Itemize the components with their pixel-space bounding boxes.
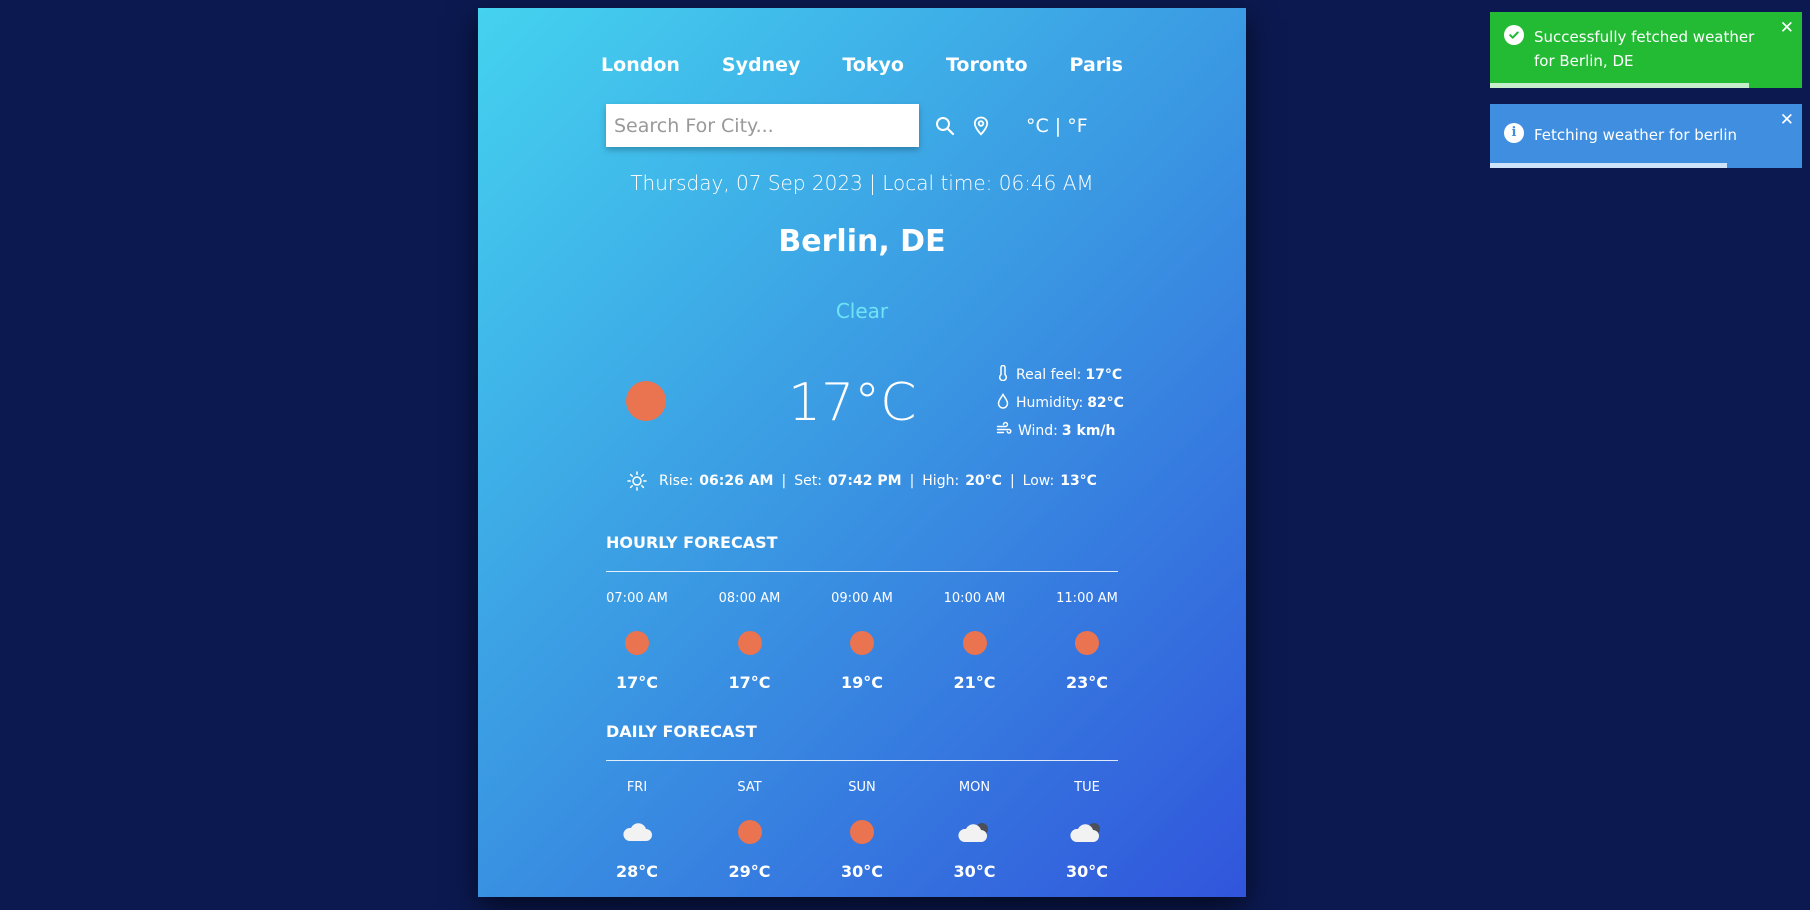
city-link-toronto[interactable]: Toronto xyxy=(946,54,1028,76)
weather-details: Real feel: 17°C Humidity: 82°C Wind: 3 k… xyxy=(996,361,1124,445)
separator: | xyxy=(909,473,915,489)
city-link-london[interactable]: London xyxy=(601,54,680,76)
separator: | xyxy=(781,473,787,489)
city-links: London Sydney Tokyo Toronto Paris xyxy=(478,54,1246,76)
hourly-time: 11:00 AM xyxy=(1056,591,1118,606)
hourly-time: 08:00 AM xyxy=(718,591,781,606)
hourly-temp: 17°C xyxy=(615,673,658,692)
hourly-time: 09:00 AM xyxy=(831,591,893,606)
search-row: °C | °F xyxy=(606,104,1088,147)
sun-times-row: Rise: 06:26 AM | Set: 07:42 PM | High: 2… xyxy=(478,471,1246,491)
hourly-item: 11:00 AM 23°C xyxy=(1056,591,1118,692)
daily-item: FRI 28°C xyxy=(606,780,668,881)
daily-item: MON 30°C xyxy=(944,780,1006,881)
humidity-row: Humidity: 82°C xyxy=(996,389,1124,417)
hourly-time: 10:00 AM xyxy=(943,591,1006,606)
hourly-item: 08:00 AM 17°C xyxy=(719,591,781,692)
daily-day: FRI xyxy=(626,780,648,795)
search-icon[interactable] xyxy=(935,116,955,136)
wind-value: 3 km/h xyxy=(1061,423,1116,439)
hourly-temp: 21°C xyxy=(953,673,996,692)
check-circle-icon xyxy=(1504,25,1524,45)
info-icon: i xyxy=(1504,123,1524,143)
weather-card: London Sydney Tokyo Toronto Paris °C | °… xyxy=(478,8,1246,897)
hourly-temp: 23°C xyxy=(1065,673,1108,692)
sun-icon xyxy=(962,623,987,663)
sunset-label: Set: xyxy=(794,473,822,489)
droplet-icon xyxy=(996,392,1016,413)
high-label: High: xyxy=(922,473,960,489)
daily-temp: 30°C xyxy=(953,862,996,881)
sun-icon xyxy=(737,623,762,663)
unit-toggle[interactable]: °C | °F xyxy=(1026,115,1088,137)
sunrise-label: Rise: xyxy=(659,473,694,489)
location-title: Berlin, DE xyxy=(778,224,946,259)
real-feel-row: Real feel: 17°C xyxy=(996,361,1124,389)
daily-divider xyxy=(606,760,1118,761)
sunrise-value: 06:26 AM xyxy=(699,473,774,489)
weather-condition: Clear xyxy=(835,299,889,323)
real-feel-value: 17°C xyxy=(1085,367,1123,383)
sun-icon xyxy=(737,812,762,852)
hourly-item: 09:00 AM 19°C xyxy=(831,591,893,692)
separator: | xyxy=(1009,473,1015,489)
hourly-item: 07:00 AM 17°C xyxy=(606,591,668,692)
daily-temp: 30°C xyxy=(840,862,883,881)
humidity-value: 82°C xyxy=(1087,395,1124,411)
date-time: Thursday, 07 Sep 2023 | Local time: 06:4… xyxy=(630,171,1094,195)
toast-success: Successfully fetched weather for Berlin,… xyxy=(1490,12,1802,88)
low-value: 13°C xyxy=(1060,473,1097,489)
high-value: 20°C xyxy=(965,473,1002,489)
city-link-sydney[interactable]: Sydney xyxy=(722,54,800,76)
hourly-temp: 19°C xyxy=(840,673,883,692)
daily-day: SAT xyxy=(737,780,762,795)
toast-progress-bar xyxy=(1490,163,1728,168)
cloud-icon xyxy=(621,812,653,852)
sun-icon xyxy=(625,623,649,663)
daily-temp: 28°C xyxy=(615,862,658,881)
daily-temp: 30°C xyxy=(1065,862,1108,881)
sunset-value: 07:42 PM xyxy=(827,473,902,489)
wind-label: Wind: xyxy=(1018,423,1058,439)
hourly-time: 07:00 AM xyxy=(606,591,668,606)
low-label: Low: xyxy=(1022,473,1055,489)
toast-message: Successfully fetched weather for Berlin,… xyxy=(1534,28,1755,70)
cloud-night-icon xyxy=(957,812,992,852)
toast-progress-bar xyxy=(1490,83,1749,88)
wind-row: Wind: 3 km/h xyxy=(996,417,1124,445)
humidity-label: Humidity: xyxy=(1016,395,1084,411)
hourly-forecast-title: HOURLY FORECAST xyxy=(606,533,778,552)
close-icon[interactable]: ✕ xyxy=(1780,16,1794,40)
close-icon[interactable]: ✕ xyxy=(1780,108,1794,132)
daily-temp: 29°C xyxy=(728,862,771,881)
daily-forecast-title: DAILY FORECAST xyxy=(606,722,757,741)
hourly-forecast: 07:00 AM 17°C 08:00 AM 17°C 09:00 AM 19°… xyxy=(606,591,1118,692)
cloud-night-icon xyxy=(1070,812,1104,852)
daily-day: TUE xyxy=(1074,780,1100,795)
wind-icon xyxy=(996,421,1018,441)
daily-day: SUN xyxy=(848,780,876,795)
sun-icon xyxy=(850,623,874,663)
daily-item: SUN 30°C xyxy=(831,780,893,881)
city-link-tokyo[interactable]: Tokyo xyxy=(842,54,904,76)
location-pin-icon[interactable] xyxy=(972,116,990,136)
city-link-paris[interactable]: Paris xyxy=(1070,54,1123,76)
search-input[interactable] xyxy=(606,104,919,147)
sun-icon xyxy=(626,381,666,421)
toast-info: i Fetching weather for berlin ✕ xyxy=(1490,104,1802,168)
current-temperature: 17°C xyxy=(788,373,917,433)
thermometer-icon xyxy=(996,364,1016,385)
daily-item: TUE 30°C xyxy=(1056,780,1118,881)
real-feel-label: Real feel: xyxy=(1016,367,1082,383)
daily-item: SAT 29°C xyxy=(719,780,781,881)
hourly-item: 10:00 AM 21°C xyxy=(944,591,1006,692)
daily-day: MON xyxy=(958,780,991,795)
toast-message: Fetching weather for berlin xyxy=(1534,126,1738,144)
hourly-temp: 17°C xyxy=(728,673,771,692)
sunrise-icon xyxy=(627,471,647,491)
daily-forecast: FRI 28°C SAT 29°C SUN 30°C MON 30°C TUE xyxy=(606,780,1118,881)
sun-icon xyxy=(1075,623,1099,663)
sun-icon xyxy=(850,812,874,852)
hourly-divider xyxy=(606,571,1118,572)
